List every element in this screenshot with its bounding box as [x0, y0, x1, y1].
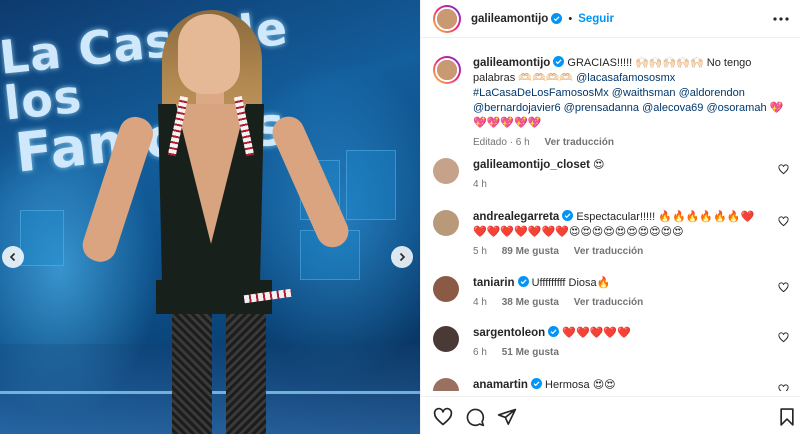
separator-dot: • — [568, 12, 573, 25]
left-leg — [172, 310, 212, 434]
verified-badge-icon — [553, 56, 565, 67]
author-username[interactable]: galileamontijo — [471, 13, 548, 25]
action-bar — [421, 396, 800, 434]
caption-meta: Editado · 6 h Ver traducción — [473, 135, 793, 150]
comment-text: Ufffffffff Diosa🔥 — [531, 277, 611, 289]
more-options-icon[interactable] — [773, 12, 789, 26]
caption-username[interactable]: galileamontijo — [473, 57, 550, 69]
comment-body: anamartin Hermosa 😍😍 — [473, 378, 767, 391]
comment-text: Hermosa 😍😍 — [545, 379, 616, 391]
previous-photo-button[interactable] — [2, 246, 24, 268]
comment-username[interactable]: sargentoleon — [473, 327, 545, 339]
comment-username[interactable]: andrealegarreta — [473, 211, 559, 223]
post-header: galileamontijo • Seguir — [421, 0, 800, 38]
hashtag-link[interactable]: #LaCasaDeLosFamososMx — [473, 87, 609, 99]
commenter-avatar[interactable] — [433, 158, 459, 184]
comment-username[interactable]: galileamontijo_closet — [473, 159, 590, 171]
post-photo[interactable]: La Casa de los Famosos — [0, 0, 420, 434]
comment-body: galileamontijo_closet 😍 4 h — [473, 158, 767, 192]
commenter-avatar[interactable] — [433, 378, 459, 391]
follow-button[interactable]: Seguir — [578, 13, 614, 25]
commenter-avatar[interactable] — [433, 326, 459, 352]
translate-link[interactable]: Ver traducción — [574, 246, 643, 257]
translate-link[interactable]: Ver traducción — [574, 297, 643, 308]
comment-likes[interactable]: 89 Me gusta — [502, 246, 559, 257]
verified-badge-icon — [551, 13, 563, 24]
author-avatar[interactable] — [433, 56, 461, 84]
comment-body: andrealegarreta Espectacular!!!!! 🔥🔥🔥🔥🔥🔥… — [473, 210, 767, 259]
comment-time: 4 h — [473, 179, 487, 190]
caption-body: galileamontijo GRACIAS!!!!! 🙌🏻🙌🏻🙌🏻🙌🏻🙌🏻 N… — [473, 56, 793, 150]
next-photo-button[interactable] — [391, 246, 413, 268]
stage-panel — [346, 150, 396, 220]
comment-likes[interactable]: 38 Me gusta — [502, 297, 559, 308]
comments-list[interactable]: galileamontijo GRACIAS!!!!! 🙌🏻🙌🏻🙌🏻🙌🏻🙌🏻 N… — [421, 46, 800, 391]
like-comment-heart-icon[interactable] — [778, 216, 789, 227]
chevron-left-icon — [9, 252, 16, 262]
comment-icon[interactable] — [465, 407, 485, 427]
verified-badge-icon — [548, 326, 560, 337]
chevron-right-icon — [399, 252, 406, 262]
heart-icon[interactable] — [433, 407, 453, 427]
like-comment-heart-icon[interactable] — [778, 282, 789, 293]
comment-meta: 6 h 51 Me gusta — [473, 345, 767, 360]
verified-badge-icon — [517, 276, 529, 287]
comment-body: sargentoleon ❤️❤️❤️❤️❤️ 6 h 51 Me gusta — [473, 326, 767, 360]
like-comment-heart-icon[interactable] — [778, 164, 789, 175]
right-leg — [226, 310, 266, 434]
bookmark-icon[interactable] — [777, 407, 797, 427]
mention-link[interactable]: @lacasafamososmx — [576, 72, 675, 84]
comment-meta: 4 h — [473, 177, 767, 192]
comment-time: 5 h — [473, 246, 487, 257]
like-comment-heart-icon[interactable] — [778, 384, 789, 391]
comment-likes[interactable]: 51 Me gusta — [502, 347, 559, 358]
person-figure — [78, 0, 354, 434]
comment-time: 4 h — [473, 297, 487, 308]
commenter-avatar[interactable] — [433, 210, 459, 236]
share-icon[interactable] — [497, 407, 517, 427]
comment-username[interactable]: anamartin — [473, 379, 528, 391]
comment-text: 😍 — [593, 159, 605, 171]
caption-edited: Editado · 6 h — [473, 137, 530, 148]
translate-link[interactable]: Ver traducción — [545, 137, 614, 148]
left-arm — [78, 112, 158, 266]
post-side-panel: galileamontijo • Seguir galileamontijo G… — [420, 0, 800, 434]
comment-meta: 5 h 89 Me gusta Ver traducción — [473, 244, 767, 259]
verified-badge-icon — [530, 378, 542, 389]
commenter-avatar[interactable] — [433, 276, 459, 302]
comment-username[interactable]: taniarin — [473, 277, 515, 289]
comment-time: 6 h — [473, 347, 487, 358]
face — [178, 14, 240, 94]
comment-meta: 4 h 38 Me gusta Ver traducción — [473, 295, 767, 310]
like-comment-heart-icon[interactable] — [778, 332, 789, 343]
verified-badge-icon — [562, 210, 574, 221]
author-avatar[interactable] — [433, 4, 461, 33]
stage-panel — [20, 210, 64, 266]
comment-body: taniarin Ufffffffff Diosa🔥 4 h 38 Me gus… — [473, 276, 767, 310]
comment-text: ❤️❤️❤️❤️❤️ — [562, 327, 631, 339]
